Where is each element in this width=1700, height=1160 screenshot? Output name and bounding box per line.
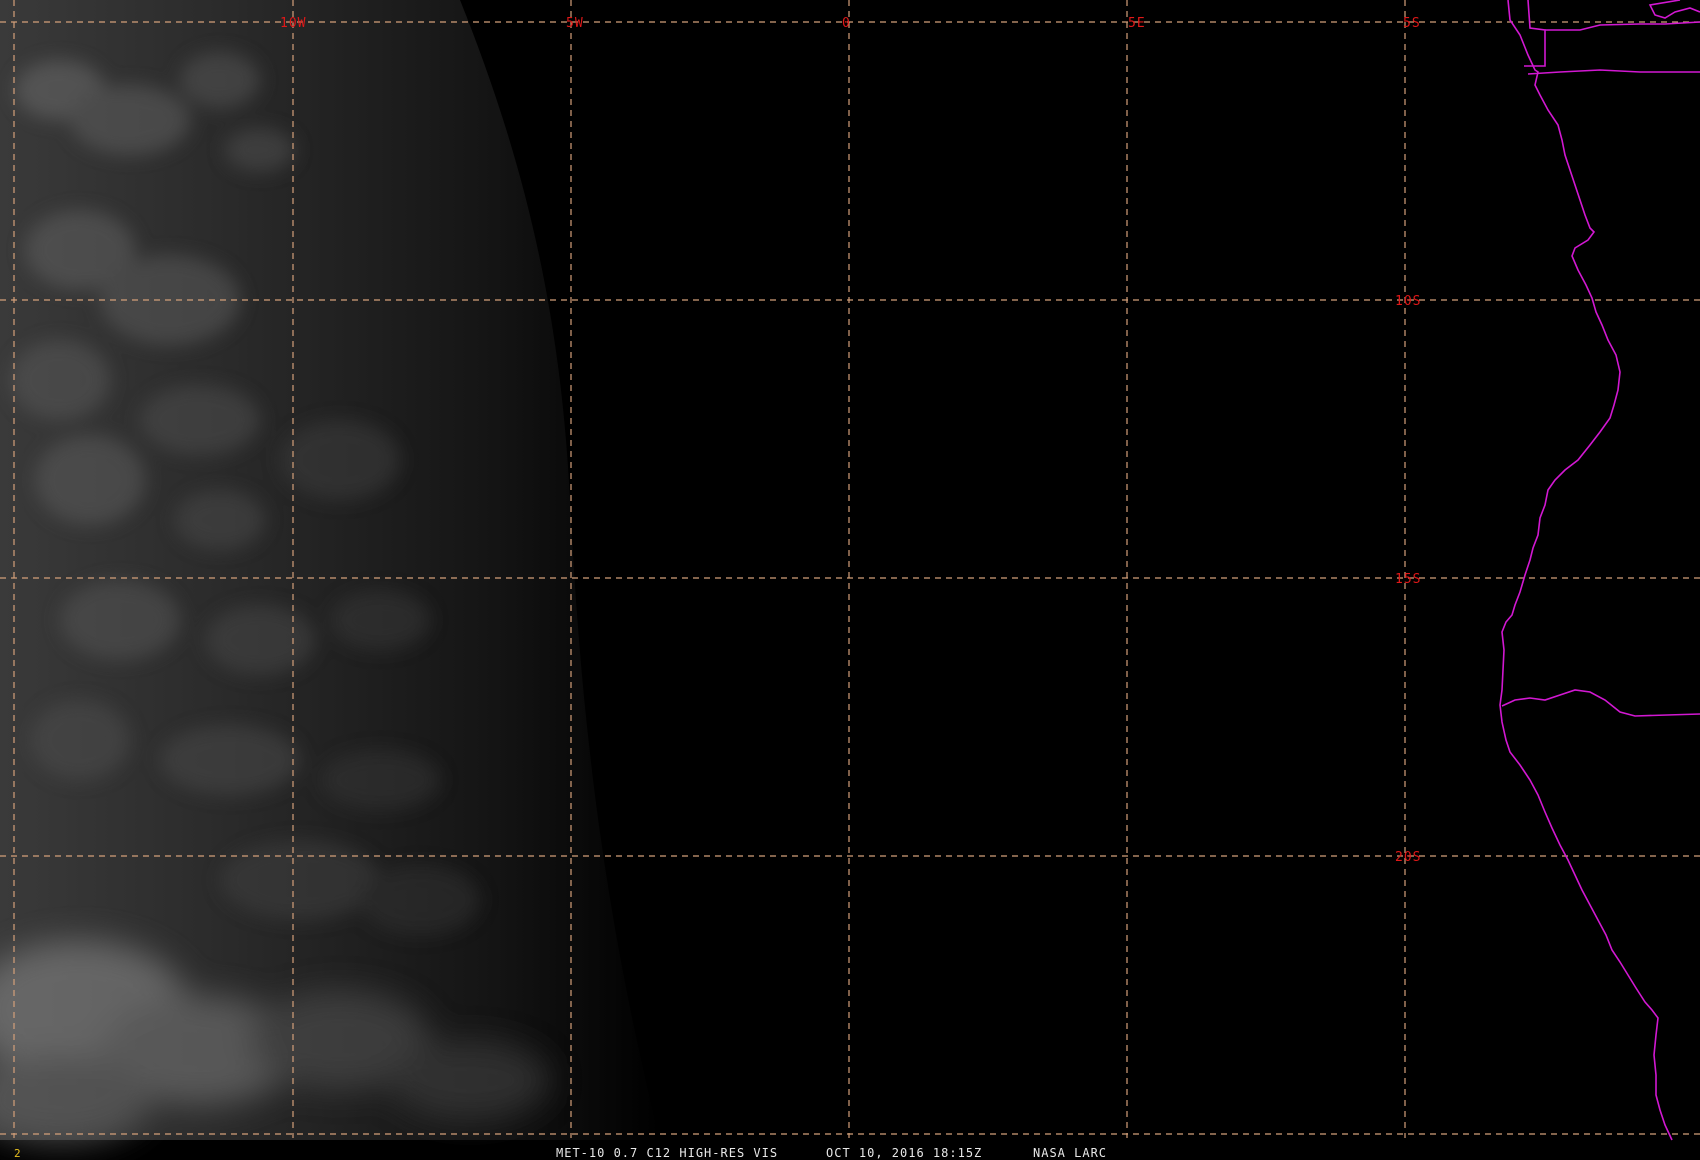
cabinda-border (1524, 0, 1546, 67)
northern-border (1545, 21, 1700, 31)
lat-label-5s: 5S (1403, 16, 1421, 31)
caption-source: NASA LARC (1033, 1146, 1107, 1160)
caption-datetime: OCT 10, 2016 18:15Z (826, 1146, 982, 1160)
lon-label-5e: 5E (1128, 16, 1146, 31)
lon-label-0: 0 (842, 16, 851, 31)
frame-number: 2 (14, 1147, 21, 1160)
satellite-image-viewer: 10W 5W 0 5E 5S 10S 15S 20S 2 MET-10 0.7 … (0, 0, 1700, 1160)
satellite-map: 10W 5W 0 5E 5S 10S 15S 20S 2 MET-10 0.7 … (0, 0, 1700, 1160)
lon-label-10w: 10W (280, 16, 306, 31)
cloud-imagery (0, 0, 660, 1145)
africa-coastline (1499, 0, 1673, 1141)
lat-label-15s: 15S (1395, 572, 1421, 587)
drc-angola-border (1527, 69, 1700, 75)
river-border (1648, 0, 1700, 19)
caption-bar: 2 MET-10 0.7 C12 HIGH-RES VIS OCT 10, 20… (14, 1146, 1107, 1160)
lat-label-20s: 20S (1395, 850, 1421, 865)
coastline-overlay (1499, 0, 1700, 1141)
lat-label-10s: 10S (1395, 294, 1421, 309)
lon-label-5w: 5W (566, 16, 584, 31)
caption-satellite-band: MET-10 0.7 C12 HIGH-RES VIS (556, 1146, 778, 1160)
namibia-angola-border (1501, 689, 1700, 717)
